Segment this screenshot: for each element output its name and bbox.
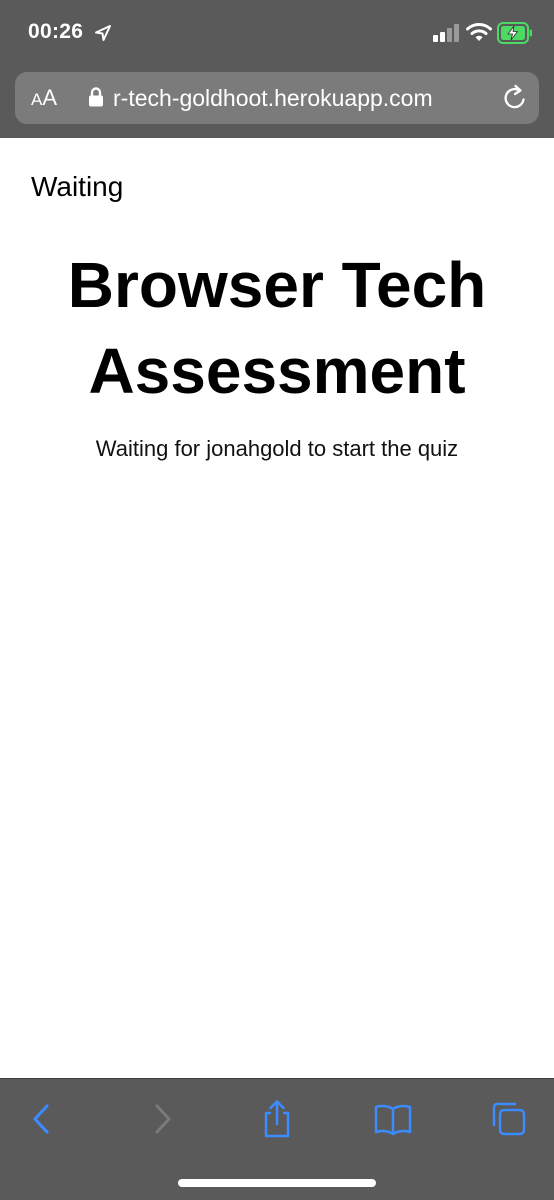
screen: 00:26 AA r-tech-goldhoot.herokuapp.com W… [0,0,554,1200]
reload-icon[interactable] [501,84,529,112]
battery-charging-icon [497,22,532,44]
status-time: 00:26 [28,20,84,43]
page-title: Browser Tech Assessment [67,249,487,407]
location-arrow-icon [95,25,111,41]
chevron-right-icon [155,1104,171,1134]
tabs-icon [492,1102,526,1136]
forward-button[interactable] [140,1097,184,1141]
tabs-button[interactable] [487,1097,531,1141]
address-bar[interactable]: AA r-tech-goldhoot.herokuapp.com [15,72,539,124]
book-icon [374,1104,412,1136]
page-label: Waiting [31,171,124,202]
browser-top-chrome: 00:26 AA r-tech-goldhoot.herokuapp.com [0,0,554,138]
web-page-content: Waiting Browser Tech Assessment Waiting … [0,138,554,1078]
chevron-left-icon [33,1104,49,1134]
text-size-button[interactable]: AA [31,85,57,113]
wifi-icon [466,23,492,41]
back-button[interactable] [20,1097,64,1141]
cellular-signal-icon [433,24,459,42]
url-text[interactable]: r-tech-goldhoot.herokuapp.com [113,84,485,114]
share-button[interactable] [255,1097,299,1141]
lock-icon [89,87,103,107]
status-bar: 00:26 [0,0,554,66]
waiting-status-text: Waiting for jonahgold to start the quiz [95,436,459,461]
share-icon [264,1100,290,1138]
bookmarks-button[interactable] [371,1097,415,1141]
home-indicator[interactable] [178,1179,376,1187]
browser-bottom-toolbar [0,1078,554,1200]
